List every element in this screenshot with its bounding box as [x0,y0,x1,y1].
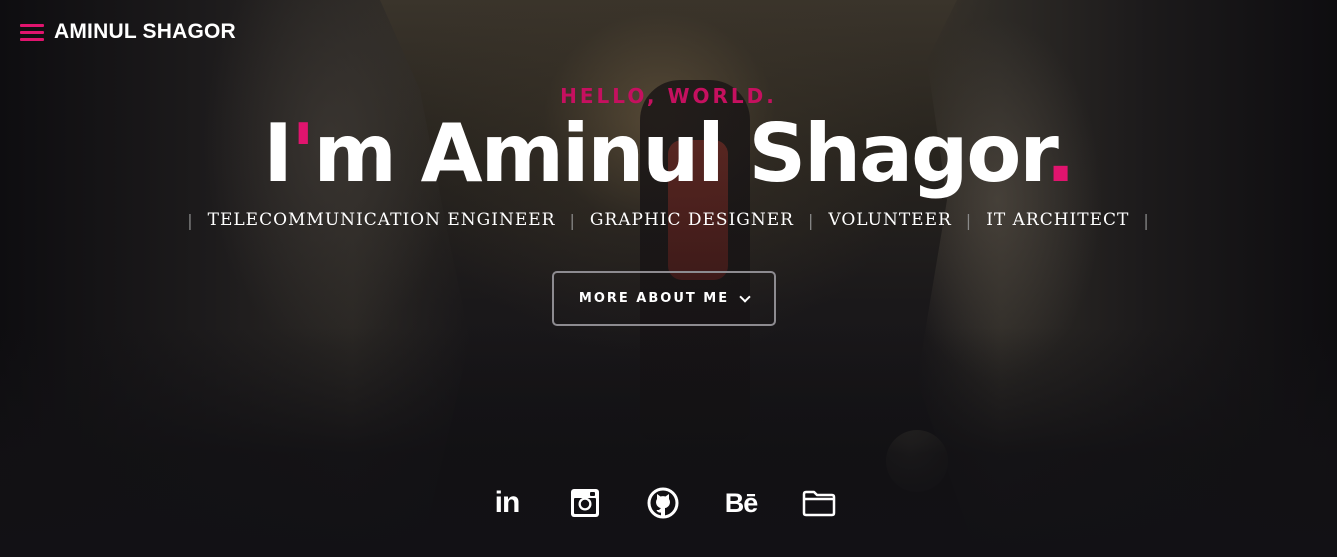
background-ground [0,327,1337,557]
brand-logo-link[interactable]: AMINUL SHAGOR [54,20,236,44]
folder-icon [802,490,836,517]
social-links: in Bē [488,484,838,522]
menu-bar-bottom [20,38,44,41]
linkedin-icon: in [494,486,521,519]
instagram-icon [571,489,599,517]
hero-section: AMINUL SHAGOR HELLO, WORLD. I'm Aminul S… [0,0,1337,557]
more-about-me-button[interactable]: MORE ABOUT ME [552,271,776,326]
headline-main: m Aminul Shagor [313,107,1047,200]
behance-icon: Bē [724,487,759,518]
role-separator: | [965,210,973,230]
site-header: AMINUL SHAGOR [20,20,236,44]
menu-bar-middle [20,31,44,34]
page-title: I'm Aminul Shagor. [0,106,1337,202]
more-about-me-label: MORE ABOUT ME [578,291,730,306]
menu-bar-top [20,24,44,27]
linkedin-link[interactable]: in [488,484,526,522]
github-link[interactable] [644,484,682,522]
role-item: VOLUNTEER [828,210,952,230]
behance-link[interactable]: Bē [722,484,760,522]
headline-dot: . [1045,107,1075,200]
headline-apostrophe: ' [290,107,315,200]
github-icon [647,487,679,519]
role-separator: | [807,210,815,230]
role-separator: | [1143,210,1150,230]
role-separator: | [187,210,194,230]
greeting-text: HELLO, WORLD. [560,84,777,108]
role-separator: | [569,210,576,230]
role-item: TELECOMMUNICATION ENGINEER [207,210,556,230]
role-item: IT ARCHITECT [986,210,1130,230]
folder-link[interactable] [800,484,838,522]
instagram-link[interactable] [566,484,604,522]
hamburger-menu-icon[interactable] [20,22,44,42]
headline-prefix: I [263,107,293,200]
role-item: GRAPHIC DESIGNER [589,210,794,230]
chevron-down-icon [739,290,751,303]
roles-list: | TELECOMMUNICATION ENGINEER | GRAPHIC D… [0,210,1337,230]
